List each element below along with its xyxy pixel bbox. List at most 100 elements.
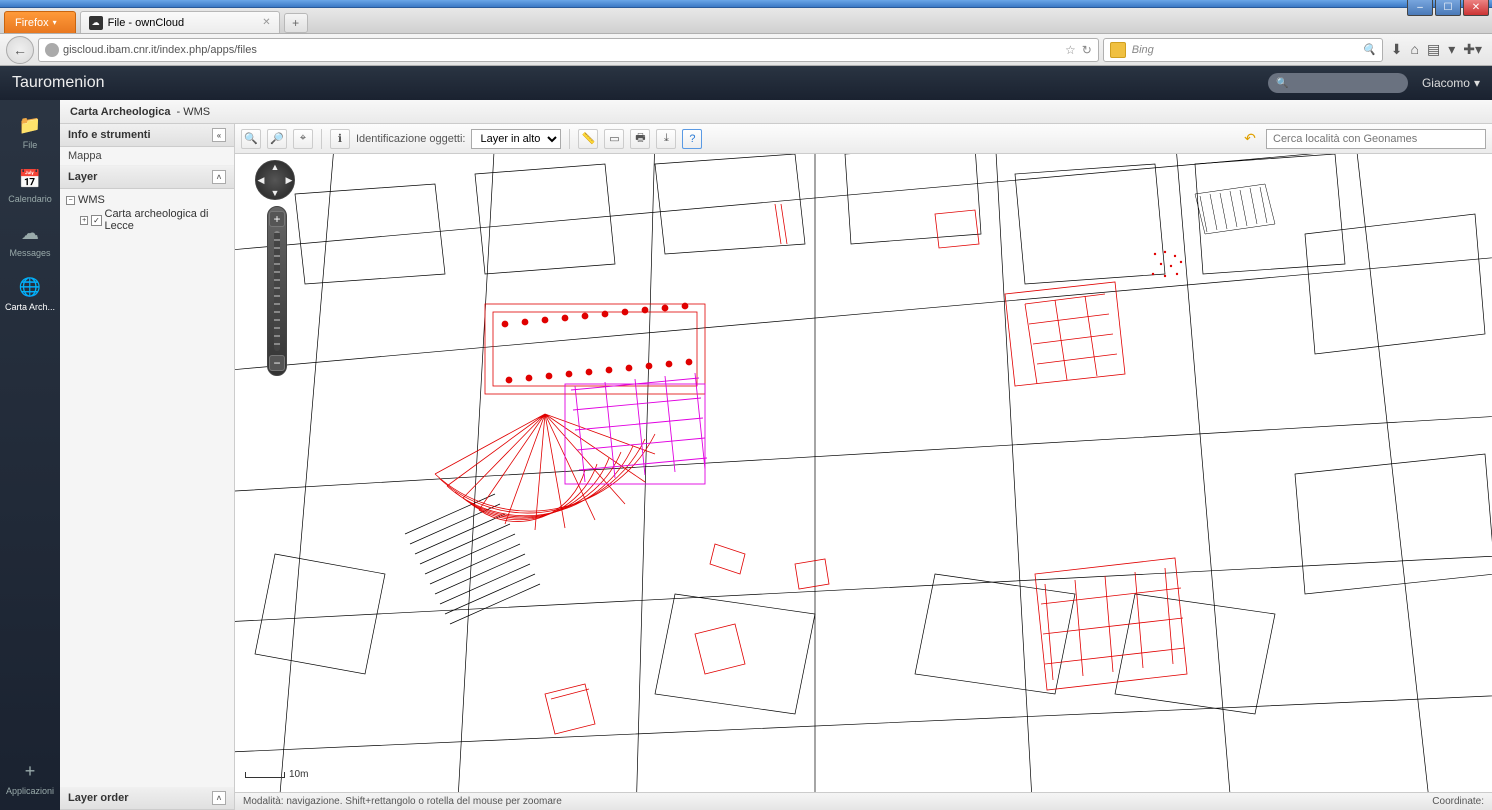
bing-icon: [1110, 42, 1126, 58]
breadcrumb-title: Carta Archeologica: [70, 106, 170, 118]
zoom-out-button[interactable]: −: [269, 355, 285, 371]
cloud-icon: ☁: [16, 222, 44, 244]
panel-title: Layer: [68, 171, 97, 183]
help-icon[interactable]: ?: [682, 129, 702, 149]
sidebar-label: File: [23, 140, 38, 150]
sidebar-label: Calendario: [8, 194, 52, 204]
layer-select[interactable]: Layer in alto: [471, 129, 561, 149]
zoom-slider[interactable]: + −: [267, 206, 287, 376]
url-text: giscloud.ibam.cnr.it/index.php/apps/file…: [63, 44, 257, 56]
zoom-extent-icon[interactable]: ⌖: [293, 129, 313, 149]
tree-label: WMS: [78, 194, 105, 206]
firefox-menu-label: Firefox: [15, 17, 49, 29]
sidebar-item-messages[interactable]: ☁ Messages: [9, 222, 50, 258]
zoom-out-icon[interactable]: 🔎: [267, 129, 287, 149]
windows-titlebar: – ☐ ✕: [0, 0, 1492, 8]
measure-area-icon[interactable]: ▭: [604, 129, 624, 149]
owncloud-header: Tauromenion 🔍 Giacomo ▾: [0, 66, 1492, 100]
tree-label: Carta archeologica di Lecce: [105, 208, 229, 232]
tree-node-wms[interactable]: − WMS: [66, 193, 228, 207]
collapse-up-icon[interactable]: ˄: [212, 791, 226, 805]
firefox-navbar: ← giscloud.ibam.cnr.it/index.php/apps/fi…: [0, 34, 1492, 66]
panel-row-mappa[interactable]: Mappa: [60, 147, 234, 166]
panel-title: Info e strumenti: [68, 129, 151, 141]
globe-icon: 🌐: [16, 276, 44, 298]
sidebar-item-calendario[interactable]: 📅 Calendario: [8, 168, 52, 204]
search-go-icon[interactable]: 🔍: [1362, 43, 1376, 56]
plus-icon: +: [16, 760, 44, 782]
sidebar-item-carta-arch[interactable]: 🌐 Carta Arch...: [5, 276, 55, 312]
sidebar-item-applicazioni[interactable]: + Applicazioni: [6, 760, 54, 796]
tree-node-layer[interactable]: + ✓ Carta archeologica di Lecce: [66, 207, 228, 233]
map-navigation-control: ▲ ▼ ◀ ▶ + −: [255, 160, 299, 376]
folder-icon: 📁: [16, 114, 44, 136]
breadcrumb-layer: - WMS: [176, 106, 210, 118]
tab-close-icon[interactable]: ✕: [262, 17, 270, 28]
print-icon[interactable]: 🖶: [630, 129, 650, 149]
scale-bar: 10m: [245, 769, 308, 780]
browser-tab[interactable]: ☁ File - ownCloud ✕: [80, 11, 280, 33]
search-placeholder: Bing: [1132, 44, 1154, 56]
owncloud-sidebar: 📁 File 📅 Calendario ☁ Messages 🌐 Carta A…: [0, 100, 60, 810]
search-bar[interactable]: Bing 🔍: [1103, 38, 1383, 62]
addon-icon[interactable]: ▾: [1448, 41, 1455, 58]
tab-title: File - ownCloud: [108, 17, 184, 29]
globe-icon: [45, 43, 59, 57]
measure-distance-icon[interactable]: 📏: [578, 129, 598, 149]
user-menu[interactable]: Giacomo ▾: [1422, 76, 1480, 90]
firefox-menu-button[interactable]: Firefox: [4, 11, 76, 33]
zoom-in-icon[interactable]: 🔍: [241, 129, 261, 149]
user-name: Giacomo: [1422, 76, 1470, 90]
export-icon[interactable]: ⤓: [656, 129, 676, 149]
reload-stop-icon[interactable]: ↻: [1082, 43, 1092, 57]
window-minimize-button[interactable]: –: [1407, 0, 1433, 16]
back-button[interactable]: ←: [6, 36, 34, 64]
map-canvas[interactable]: ▲ ▼ ◀ ▶ + − 10m: [235, 154, 1492, 792]
map-status-bar: Modalità: navigazione. Shift+rettangolo …: [235, 792, 1492, 810]
window-maximize-button[interactable]: ☐: [1435, 0, 1461, 16]
geonames-search-input[interactable]: [1266, 129, 1486, 149]
firefox-tabstrip: Firefox ☁ File - ownCloud ✕ +: [0, 8, 1492, 34]
undo-icon[interactable]: ↶: [1240, 129, 1260, 149]
window-close-button[interactable]: ✕: [1463, 0, 1489, 16]
chevron-down-icon: ▾: [1474, 76, 1480, 90]
identify-icon[interactable]: ℹ: [330, 129, 350, 149]
pan-south-icon[interactable]: ▼: [256, 188, 294, 198]
collapse-up-icon[interactable]: ˄: [212, 170, 226, 184]
search-icon: 🔍: [1276, 78, 1288, 89]
sidebar-label: Applicazioni: [6, 786, 54, 796]
collapse-left-icon[interactable]: «: [212, 128, 226, 142]
new-tab-button[interactable]: +: [284, 13, 308, 33]
pan-east-icon[interactable]: ▶: [270, 175, 308, 186]
sidebar-label: Messages: [9, 248, 50, 258]
home-icon[interactable]: ⌂: [1411, 41, 1419, 58]
sidebar-label: Carta Arch...: [5, 302, 55, 312]
tree-toggle-icon[interactable]: −: [66, 196, 75, 205]
sidebar-item-file[interactable]: 📁 File: [16, 114, 44, 150]
layer-tree: − WMS + ✓ Carta archeologica di Lecce: [60, 189, 234, 237]
owncloud-favicon-icon: ☁: [89, 16, 103, 30]
panel-header-layer-order[interactable]: Layer order ˄: [60, 787, 234, 810]
owncloud-search-input[interactable]: 🔍: [1268, 73, 1408, 93]
bookmarks-icon[interactable]: ▤: [1427, 41, 1440, 58]
menu-dropdown-icon[interactable]: ✚▾: [1463, 41, 1482, 58]
url-bar[interactable]: giscloud.ibam.cnr.it/index.php/apps/file…: [38, 38, 1099, 62]
bookmark-star-icon[interactable]: ☆: [1065, 43, 1076, 57]
gis-side-panel: Info e strumenti « Mappa Layer ˄ − WMS +…: [60, 124, 235, 810]
zoom-in-button[interactable]: +: [269, 211, 285, 227]
tree-toggle-icon[interactable]: +: [80, 216, 88, 225]
panel-title: Layer order: [68, 792, 129, 804]
downloads-icon[interactable]: ⬇: [1391, 41, 1403, 58]
status-coord-label: Coordinate:: [1432, 796, 1484, 807]
pan-north-icon[interactable]: ▲: [256, 162, 294, 172]
map-toolbar: 🔍 🔎 ⌖ ℹ Identificazione oggetti: Layer i…: [235, 124, 1492, 154]
identify-label: Identificazione oggetti:: [356, 133, 465, 145]
pan-compass[interactable]: ▲ ▼ ◀ ▶: [255, 160, 295, 200]
checkbox-icon[interactable]: ✓: [91, 215, 101, 226]
status-mode-text: Modalità: navigazione. Shift+rettangolo …: [243, 796, 562, 807]
app-title: Tauromenion: [12, 74, 105, 92]
gis-breadcrumb: Carta Archeologica - WMS: [60, 100, 1492, 124]
panel-header-info[interactable]: Info e strumenti «: [60, 124, 234, 147]
panel-header-layer[interactable]: Layer ˄: [60, 166, 234, 189]
zoom-track[interactable]: [274, 231, 280, 351]
